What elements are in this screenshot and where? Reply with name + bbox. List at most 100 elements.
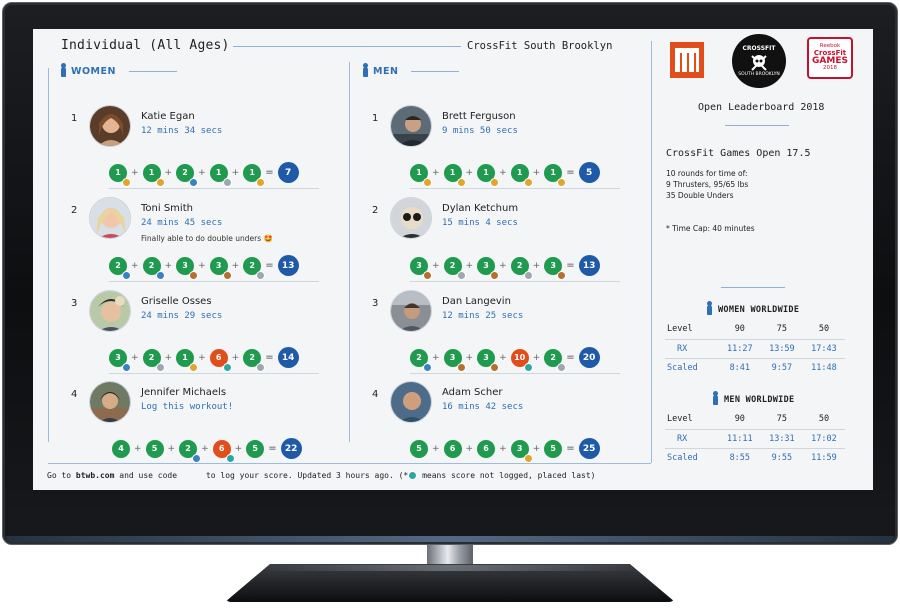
athlete-name: Dan Langevin [442, 296, 511, 307]
workout-scores: 1 + 1 + 1 + 1 + 1 = 5 [410, 162, 600, 187]
athlete-rank: 3 [372, 298, 379, 309]
workout-rank-circle: 5 [410, 439, 428, 458]
medal-icon [456, 362, 466, 372]
workout-rank-circle: 1 [544, 163, 567, 187]
trophy-icon [557, 177, 567, 187]
trophy-icon [122, 177, 131, 187]
skull-icon [751, 55, 767, 71]
workout-rank-circle: 6 [477, 439, 496, 458]
workout-scores: 3 + 2 + 1 + 6 + 2 = 14 [109, 347, 299, 372]
workout-rank-circle: 2 [142, 348, 165, 372]
male-icon [363, 62, 368, 77]
women-worldwide-table: Level 90 75 50 RX 11:27 13:59 17:43 Scaled 8:41… [665, 320, 845, 377]
right-panel-border [651, 41, 652, 463]
athlete-score: 24 mins 29 secs [141, 311, 223, 321]
workout-description: 35 Double Unders [666, 191, 734, 200]
athlete-score: 9 mins 50 secs [442, 126, 518, 136]
medal-icon [155, 362, 165, 372]
trophy-icon [490, 177, 500, 187]
medal-icon [490, 270, 500, 280]
workout-rank-circle: 3 [109, 348, 131, 372]
workout-rank-circle: 1 [243, 163, 266, 187]
workout-rank-circle: 2 [544, 348, 567, 372]
check-icon [155, 270, 165, 280]
workout-rank-circle: 2 [410, 348, 432, 372]
athlete-name: Toni Smith [141, 203, 193, 214]
athlete-rank: 1 [372, 113, 379, 124]
avatar [89, 381, 131, 423]
workout-rank-circle: 6 [443, 439, 462, 458]
title-rule [233, 46, 461, 47]
trophy-icon [189, 362, 199, 372]
workout-rank-circle: 3 [510, 439, 533, 463]
workout-rank-circle: 1 [477, 163, 500, 187]
workout-scores: 1 + 1 + 2 + 1 + 1 = 7 [109, 162, 299, 187]
total-points: 25 [578, 438, 600, 459]
athlete-score: 15 mins 4 secs [442, 218, 518, 228]
athlete-rank: 4 [372, 389, 379, 400]
athlete-rank: 3 [71, 298, 78, 309]
women-header: WOMEN [61, 62, 177, 77]
total-points: 14 [277, 347, 299, 368]
games-logo: Reebok CrossFit GAMES 2018 [807, 37, 853, 79]
avatar [390, 105, 432, 147]
total-points: 5 [578, 162, 600, 183]
workout-rank-circle: 2 [176, 163, 199, 187]
medal-icon [523, 270, 533, 280]
board-title: Individual (All Ages) [61, 38, 230, 53]
not-logged-icon [408, 471, 418, 480]
workout-rank-circle: 1 [109, 163, 131, 187]
workout-rank-circle: 2 [243, 256, 266, 280]
workout-rank-circle: 4 [112, 439, 130, 458]
total-points: 20 [578, 347, 600, 368]
avatar [390, 381, 432, 423]
panel-title: Open Leaderboard 2018 [698, 102, 825, 113]
athlete-name: Jennifer Michaels [141, 387, 227, 398]
total-points: 13 [277, 255, 299, 276]
women-left-border [48, 68, 49, 442]
medal-icon [456, 270, 466, 280]
log-workout-link[interactable]: Log this workout! [141, 402, 233, 412]
workout-rank-circle: 3 [477, 348, 500, 372]
workout-rank-circle: 5 [544, 439, 563, 458]
avatar [89, 290, 131, 332]
leaderboard-screen: Individual (All Ages) CrossFit South Bro… [33, 29, 873, 490]
monitor-neck [427, 545, 473, 567]
workout-rank-circle: 5 [246, 439, 265, 458]
men-worldwide-table: Level 90 75 50 RX 11:11 13:31 17:02 Scaled 8:55… [665, 410, 845, 467]
medal-icon [490, 362, 500, 372]
workout-rank-circle: 1 [209, 163, 232, 187]
site-link[interactable]: btwb.com [76, 471, 115, 480]
medal-icon [189, 270, 199, 280]
athlete-rank: 2 [71, 205, 78, 216]
column-divider [349, 62, 350, 442]
men-worldwide-header: MEN WORLDWIDE [713, 391, 794, 405]
workout-rank-circle: 5 [145, 439, 164, 458]
workout-rank-circle: 3 [410, 256, 432, 280]
athlete-score: 24 mins 45 secs [141, 218, 223, 228]
athlete-name: Adam Scher [442, 387, 503, 398]
workout-rank-circle: 10 [510, 348, 533, 372]
female-icon [61, 62, 66, 77]
monitor-bottom-edge [6, 536, 894, 542]
workout-rank-circle: 1 [410, 163, 432, 187]
brand-logo [670, 42, 704, 82]
workout-rank-circle: 1 [510, 163, 533, 187]
medal-icon [256, 362, 266, 372]
not-logged-icon [523, 362, 533, 372]
workout-rank-circle: 1 [142, 163, 165, 187]
workout-rank-circle: 3 [209, 256, 232, 280]
avatar [390, 290, 432, 332]
workout-rank-circle: 6 [212, 439, 235, 463]
athlete-name: Dylan Ketchum [442, 203, 519, 214]
medal-icon [222, 270, 232, 280]
athlete-name: Katie Egan [141, 111, 195, 122]
workout-description: 9 Thrusters, 95/65 lbs [666, 180, 749, 189]
gym-logo: CROSSFIT SOUTH BROOKLYN [732, 34, 786, 88]
workout-rank-circle: 2 [109, 256, 131, 280]
athlete-score: 12 mins 25 secs [442, 311, 524, 321]
not-logged-icon [225, 453, 235, 463]
athlete-comment: Finally able to do double unders 🤩 [141, 234, 273, 243]
workout-rank-circle: 1 [176, 348, 199, 372]
check-icon [423, 362, 432, 372]
